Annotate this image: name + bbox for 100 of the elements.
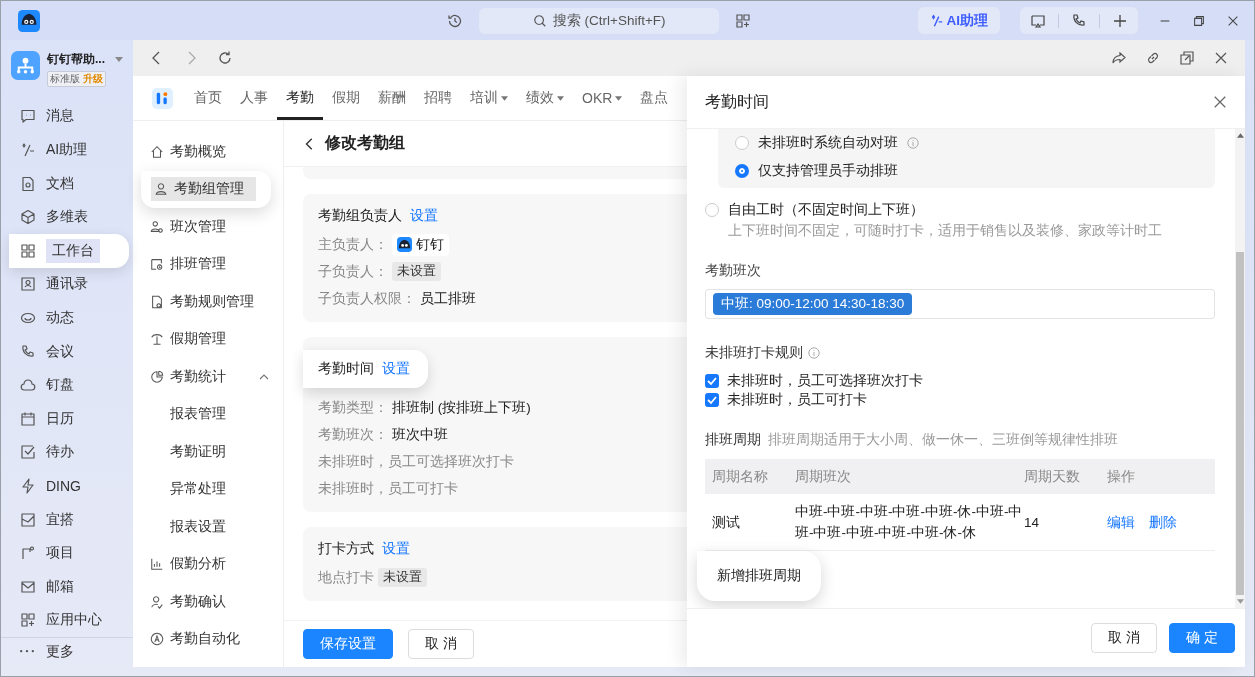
option-label[interactable]: 自由工时（不固定时间上下班）: [728, 201, 924, 219]
person-icon: [154, 182, 168, 197]
sidebar-item[interactable]: 待办: [1, 435, 133, 470]
checkbox-label[interactable]: 未排班时，员工可打卡: [727, 391, 867, 409]
nav-tab[interactable]: 假期: [323, 76, 369, 120]
screen-icon[interactable]: [1030, 12, 1046, 29]
sidebar-item[interactable]: 邮箱: [1, 570, 133, 604]
field-value: 班次中班: [392, 425, 448, 444]
subnav-item[interactable]: 考勤规则管理: [133, 283, 283, 321]
subnav-item[interactable]: 考勤自动化: [133, 620, 283, 658]
close-icon[interactable]: [1213, 50, 1229, 66]
settings-link[interactable]: 设置: [410, 207, 438, 225]
card-title: 打卡方式: [318, 540, 374, 558]
nav-tab[interactable]: 盘点: [631, 76, 678, 120]
column-header: 周期天数: [1024, 467, 1081, 486]
subnav-item[interactable]: 假期管理: [133, 320, 283, 358]
subnav-item[interactable]: 排班管理: [133, 245, 283, 283]
sidebar-item[interactable]: 会议: [1, 334, 133, 369]
app-logo[interactable]: [18, 9, 40, 32]
sidebar-item[interactable]: 多维表: [1, 200, 133, 235]
subnav-item[interactable]: 考勤概览: [133, 133, 283, 171]
subnav-item[interactable]: 班次管理: [133, 208, 283, 246]
chevron-icon[interactable]: [259, 373, 269, 380]
share-icon[interactable]: [1111, 50, 1127, 66]
nav-tab[interactable]: 绩效: [517, 76, 573, 120]
scroll-down-icon[interactable]: [1236, 599, 1244, 604]
settings-link[interactable]: 设置: [382, 540, 410, 558]
calendar-icon: [20, 410, 36, 427]
sidebar-item[interactable]: 应用中心: [1, 603, 133, 638]
subnav-item[interactable]: 考勤证明: [133, 433, 283, 471]
card-title: 考勤组负责人: [318, 207, 402, 225]
org-name[interactable]: 钉钉帮助...: [47, 51, 105, 68]
sidebar-item[interactable]: DING: [1, 469, 133, 503]
subnav-item[interactable]: 报表管理: [133, 395, 283, 433]
radio-button[interactable]: [705, 203, 719, 217]
phone-icon[interactable]: [1071, 12, 1087, 29]
add-cycle-button[interactable]: 新增排班周期: [697, 551, 821, 601]
field-label: 子负责人：: [318, 262, 388, 281]
confirm-button[interactable]: 确 定: [1169, 623, 1235, 653]
nav-tab[interactable]: 薪酬: [369, 76, 415, 120]
nav-tab[interactable]: 首页: [185, 76, 231, 120]
scrollbar[interactable]: [1235, 129, 1245, 608]
sidebar-item[interactable]: 工作台: [9, 234, 129, 268]
subnav-item[interactable]: 报表设置: [133, 508, 283, 546]
checkbox[interactable]: [705, 374, 719, 388]
shift-select-field[interactable]: 中班: 09:00-12:00 14:30-18:30: [705, 289, 1215, 319]
scroll-up-icon[interactable]: [1236, 133, 1244, 138]
apps-icon[interactable]: [734, 12, 751, 29]
settings-link[interactable]: 设置: [382, 360, 410, 378]
sidebar-item[interactable]: 通讯录: [1, 267, 133, 302]
external-window-icon[interactable]: [1179, 50, 1195, 66]
column-header: 周期名称: [711, 467, 769, 486]
radio-button[interactable]: [735, 164, 749, 178]
subnav-item[interactable]: 异常处理: [133, 470, 283, 508]
lightning-icon: [20, 478, 36, 494]
field-label: 考勤类型：: [318, 398, 388, 417]
caret-icon[interactable]: [115, 57, 123, 62]
save-button[interactable]: 保存设置: [303, 629, 393, 659]
sidebar-item[interactable]: 钉盘: [1, 368, 133, 402]
option-label[interactable]: 未排班时系统自动对班: [758, 134, 898, 152]
sidebar-item[interactable]: 宜搭: [1, 502, 133, 537]
subnav-item[interactable]: 假勤分析: [133, 545, 283, 583]
checkbox-label[interactable]: 未排班时，员工可选择班次打卡: [727, 372, 923, 390]
action-link[interactable]: 删除: [1149, 511, 1177, 533]
nav-tab[interactable]: OKR: [573, 76, 632, 120]
sparkle-icon: [20, 142, 36, 159]
rule-text: 未排班时，员工可打卡: [318, 479, 458, 498]
plus-icon[interactable]: [1112, 12, 1128, 29]
checkbox[interactable]: [705, 393, 719, 407]
option-label[interactable]: 仅支持管理员手动排班: [758, 162, 898, 180]
close-icon[interactable]: [1213, 95, 1227, 109]
restore-icon[interactable]: [1192, 13, 1206, 28]
sidebar-item[interactable]: 动态: [1, 301, 133, 335]
ai-assistant-button[interactable]: AI助理: [917, 7, 1000, 34]
sidebar-item[interactable]: AI助理: [1, 133, 133, 167]
cancel-button[interactable]: 取 消: [408, 629, 474, 659]
status-tag: 未设置: [378, 568, 427, 587]
search-field[interactable]: 搜索 (Ctrl+Shift+F): [478, 7, 719, 34]
home-icon: [150, 144, 164, 159]
org-avatar-icon[interactable]: [11, 51, 40, 80]
subnav-item[interactable]: 考勤组管理: [141, 170, 271, 208]
mail-icon: [20, 578, 36, 595]
avatar-icon: [397, 237, 412, 252]
link-icon[interactable]: [1145, 50, 1161, 66]
nav-tab[interactable]: 招聘: [415, 76, 461, 120]
section-label: 考勤班次: [705, 262, 762, 280]
sidebar-item[interactable]: 日历: [1, 402, 133, 436]
sidebar-item[interactable]: 项目: [1, 536, 133, 570]
history-icon[interactable]: [446, 12, 463, 29]
info-icon[interactable]: [808, 347, 820, 359]
radio-button[interactable]: [735, 136, 749, 150]
sidebar-item[interactable]: 消息: [1, 99, 133, 134]
action-link[interactable]: 编辑: [1107, 511, 1135, 533]
subnav-item[interactable]: 考勤统计: [133, 358, 283, 396]
cancel-button[interactable]: 取 消: [1091, 623, 1158, 653]
subnav-item[interactable]: 考勤确认: [133, 583, 283, 621]
nav-tab[interactable]: 培训: [461, 76, 517, 120]
sidebar-item[interactable]: 文档: [1, 166, 133, 201]
refresh-icon[interactable]: [217, 50, 233, 66]
nav-tab[interactable]: 人事: [231, 76, 277, 120]
